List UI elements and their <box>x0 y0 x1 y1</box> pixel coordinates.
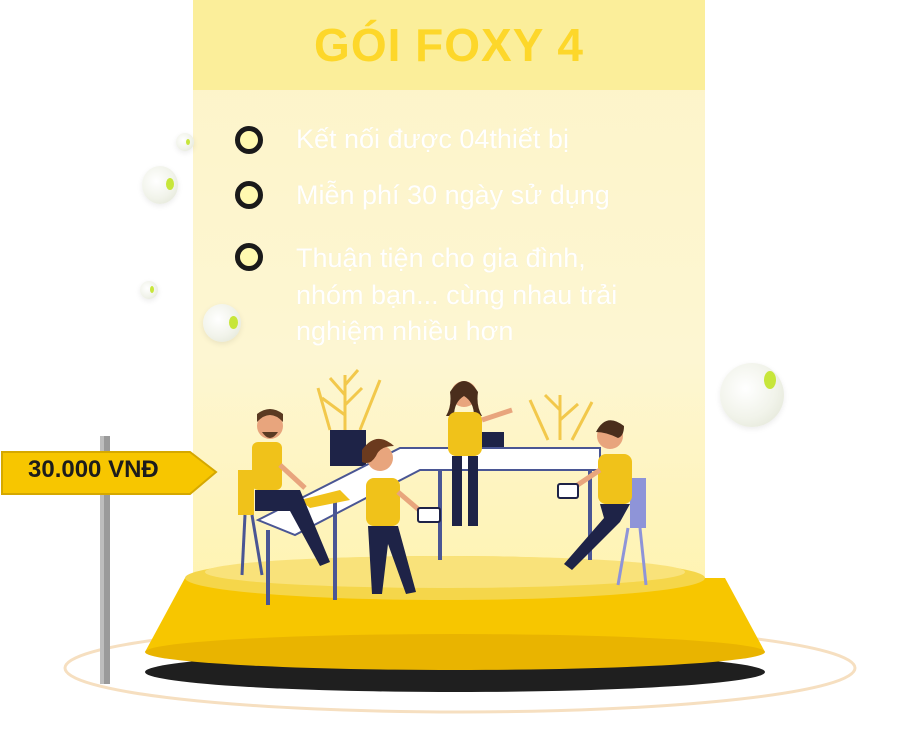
team-illustration <box>1 369 857 714</box>
plant-left <box>316 369 382 431</box>
plant-right <box>528 393 594 441</box>
stage-platform <box>145 556 765 692</box>
monitor-left <box>330 430 366 466</box>
price-label: 30.000 VNĐ <box>28 456 159 483</box>
